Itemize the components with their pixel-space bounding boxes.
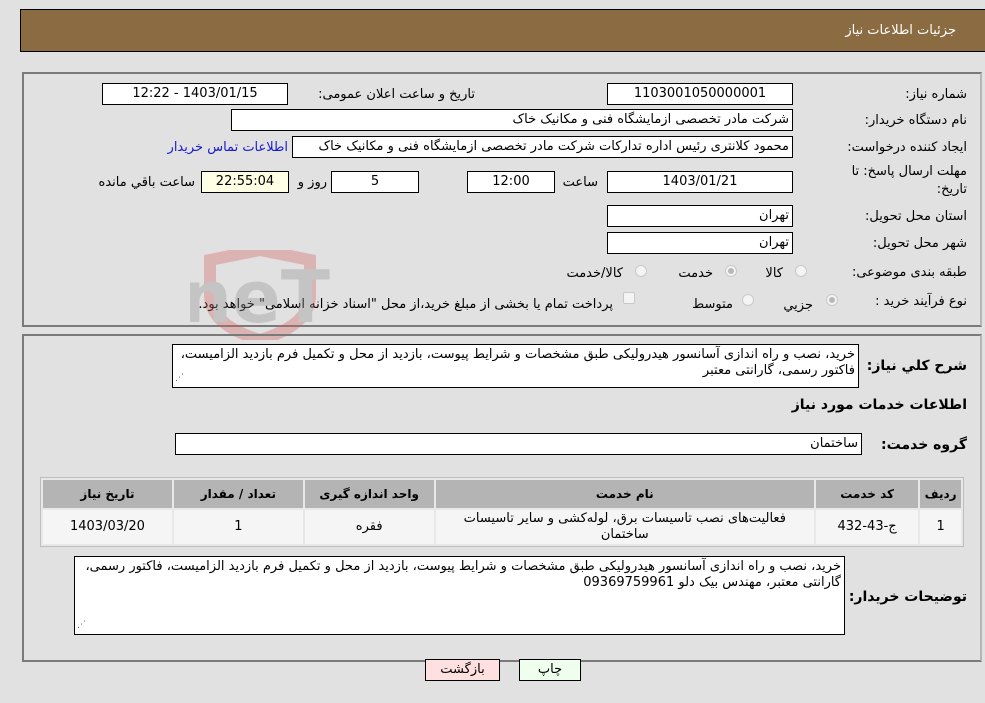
category-radio-goods-service[interactable] [635,265,647,277]
col-need-date: تاریخ نیاز [43,480,172,508]
deadline-time-field[interactable]: 12:00 [467,171,555,193]
days-label: روز و [297,175,327,190]
deadline-label: مهلت ارسال پاسخ: تا تاریخ: [852,163,967,199]
service-group-field[interactable]: ساختمان [175,433,862,455]
table-header-row: رديف کد خدمت نام خدمت واحد اندازه گیری ت… [43,480,961,508]
cell-row-number: 1 [920,510,961,544]
buyer-notes-textarea[interactable]: خرید، نصب و راه اندازی آسانسور هیدرولیکی… [74,556,845,635]
deadline-date-field[interactable]: 1403/01/21 [607,171,793,193]
resize-grip-icon[interactable]: ⋰ [77,617,86,633]
need-number-field[interactable]: 1103001050000001 [607,83,793,105]
announce-datetime-label: تاریخ و ساعت اعلان عمومی: [318,87,475,102]
treasury-checkbox[interactable] [623,292,635,304]
city-field[interactable]: تهران [607,232,793,254]
description-textarea[interactable]: خرید، نصب و راه اندازی آسانسور هیدرولیکی… [172,344,859,388]
remaining-time-field[interactable]: 22:55:04 [201,171,289,193]
cell-service-name: فعالیت‌های نصب تاسیسات برق، لوله‌کشی و س… [435,510,814,544]
city-label: شهر محل تحویل: [872,236,967,251]
resize-grip-icon[interactable]: ⋰ [175,370,184,386]
category-radio-goods[interactable] [795,265,807,277]
buyer-org-label: نام دستگاه خریدار: [864,113,967,128]
col-unit: واحد اندازه گیری [304,480,434,508]
purchase-type-label: نوع فرآیند خرید : [875,294,967,309]
buyer-notes-label: توضیحات خریدار: [848,589,967,605]
purchase-type-radio-minor[interactable] [826,294,838,306]
services-table: رديف کد خدمت نام خدمت واحد اندازه گیری ت… [40,477,964,547]
category-label: طبقه بندی موضوعی: [851,265,967,280]
cell-service-code: ج-43-432 [815,510,919,544]
cell-quantity: 1 [173,510,303,544]
treasury-note: پرداخت تمام یا بخشی از مبلغ خرید،از محل … [198,297,613,312]
description-text: خرید، نصب و راه اندازی آسانسور هیدرولیکی… [180,347,855,378]
buyer-notes-text: خرید، نصب و راه اندازی آسانسور هیدرولیکی… [85,559,841,590]
cell-need-date: 1403/03/20 [43,510,172,544]
category-radio-service[interactable] [725,265,737,277]
province-label: استان محل تحویل: [865,209,967,224]
col-service-code: کد خدمت [815,480,919,508]
deadline-time-label: ساعت [562,175,598,190]
page-title: جزئیات اطلاعات نیاز [845,23,956,38]
col-quantity: تعداد / مقدار [173,480,303,508]
service-group-label: گروه خدمت: [881,437,967,453]
category-option-goods: کالا [765,266,783,281]
back-button[interactable]: بازگشت [425,659,500,681]
purchase-type-option-minor: جزيي [783,298,813,313]
description-label: شرح كلي نياز: [866,358,967,374]
deadline-label-line2: تاریخ: [936,182,967,197]
purchase-type-radio-medium[interactable] [742,294,754,306]
category-option-service: خدمت [678,266,713,281]
buyer-org-field[interactable]: شرکت مادر تخصصی ازمایشگاه فنی و مکانیک خ… [231,109,793,131]
remaining-days-field[interactable]: 5 [331,171,419,193]
col-service-name: نام خدمت [435,480,814,508]
need-number-label: شماره نیاز: [905,87,967,102]
remaining-time-label: ساعت باقي مانده [98,175,195,190]
province-field[interactable]: تهران [607,205,793,227]
requester-label: ایجاد کننده درخواست: [847,140,967,155]
deadline-label-line1: مهلت ارسال پاسخ: تا [851,164,967,179]
print-button[interactable]: چاپ [519,659,581,681]
page-header: جزئیات اطلاعات نیاز [20,9,985,52]
category-option-goods-service: کالا/خدمت [566,266,623,281]
col-row-number: رديف [920,480,961,508]
services-heading: اطلاعات خدمات مورد نياز [791,397,967,413]
announce-datetime-field[interactable]: 1403/01/15 - 12:22 [102,83,288,105]
table-row: 1 ج-43-432 فعالیت‌های نصب تاسیسات برق، ل… [43,510,961,544]
cell-unit: فقره [304,510,434,544]
buyer-contact-link[interactable]: اطلاعات تماس خریدار [168,140,288,155]
purchase-type-option-medium: متوسط [692,297,733,312]
requester-field[interactable]: محمود کلانتری رئیس اداره تدارکات شرکت ما… [292,136,793,158]
